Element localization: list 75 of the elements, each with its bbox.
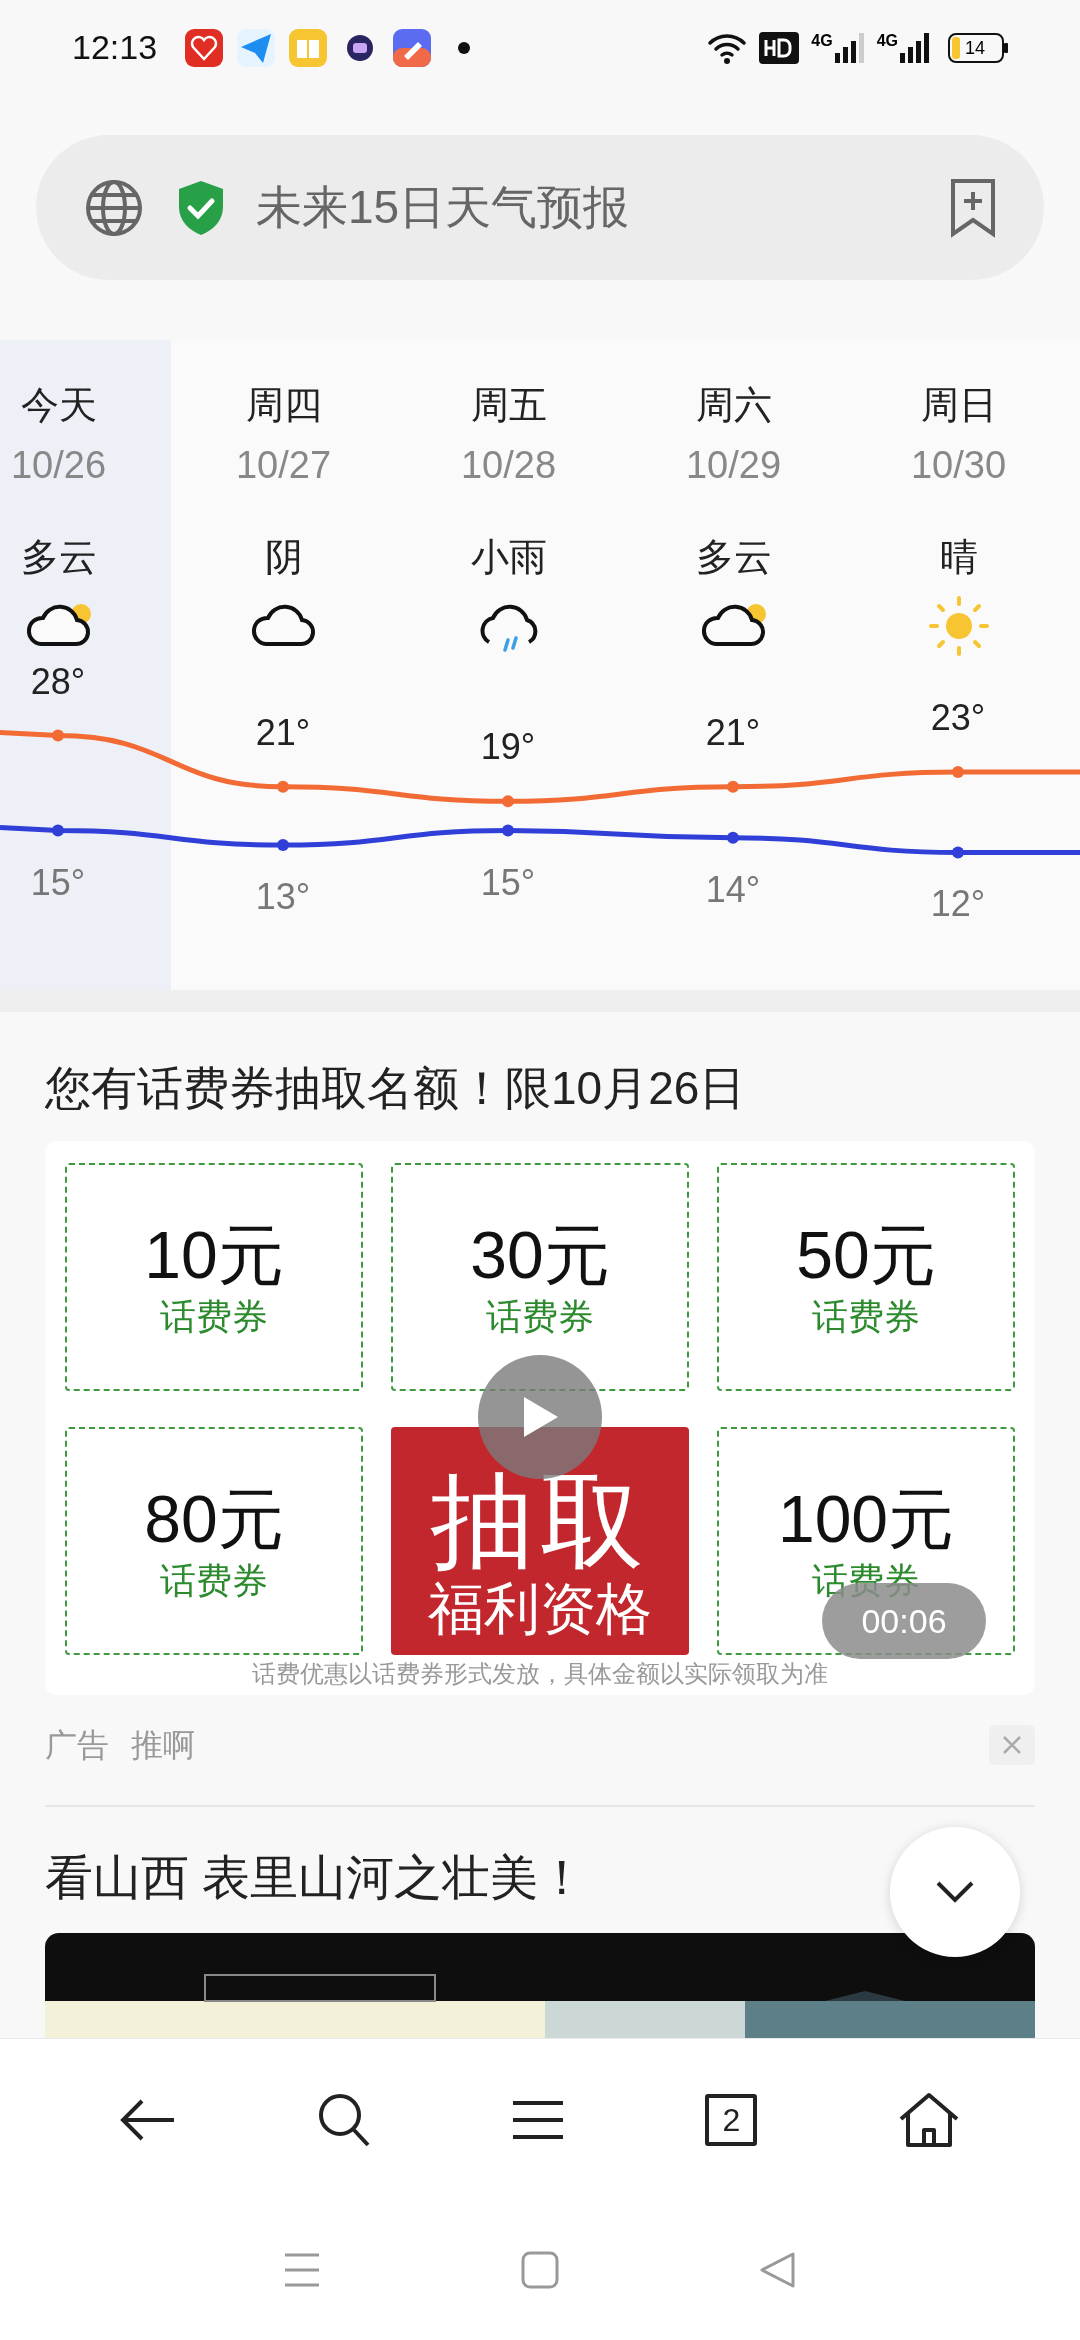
network-label: 4G (811, 32, 833, 49)
ad-title: 您有话费券抽取名额！限10月26日 (45, 1061, 746, 1116)
ad-disclaimer: 话费优惠以话费券形式发放，具体金额以实际领取为准 (252, 1659, 828, 1689)
coupon-label: 话费券 (160, 1559, 268, 1603)
signal-icon (900, 32, 930, 63)
coupon-label: 话费券 (486, 1295, 594, 1339)
tabs-button[interactable]: 2 (705, 2093, 758, 2146)
bookmark-add-icon[interactable] (950, 177, 996, 238)
day-column[interactable]: 周日 10/30 晴 23° 12° (846, 340, 1071, 990)
date-label: 10/28 (460, 443, 557, 488)
low-temperature: 15° (479, 862, 537, 903)
back-arrow-icon[interactable] (120, 2097, 177, 2142)
high-temperature: 28° (29, 661, 87, 702)
condition-label: 小雨 (470, 535, 547, 580)
coupon-amount: 100元 (777, 1481, 955, 1558)
book-app-icon (289, 28, 328, 67)
pencil-app-icon (393, 28, 432, 67)
day-column[interactable]: 周五 10/28 小雨 19° 15° (396, 340, 621, 990)
condition-label: 多云 (695, 535, 772, 580)
page-title: 未来15日天气预报 (256, 180, 630, 235)
day-label: 周五 (470, 383, 547, 428)
home-icon[interactable] (897, 2091, 960, 2148)
day-label: 今天 (20, 383, 97, 428)
recent-apps-icon[interactable] (283, 2252, 321, 2288)
low-temperature: 12° (929, 884, 987, 925)
date-label: 10/27 (235, 443, 332, 488)
article-title: 看山西 表里山河之壮美！ (45, 1850, 587, 1906)
coupon-label: 话费券 (812, 1295, 920, 1339)
date-label: 10/30 (910, 443, 1007, 488)
high-temperature: 21° (254, 712, 312, 753)
ad-source-label: 广告 (45, 1726, 109, 1765)
heart-app-icon (185, 28, 224, 67)
coupon-amount: 50元 (796, 1217, 936, 1294)
search-icon[interactable] (316, 2091, 371, 2148)
battery-icon (948, 32, 1008, 63)
day-column[interactable]: 周六 10/29 多云 21° 14° (621, 340, 846, 990)
day-label: 周六 (695, 383, 772, 428)
day-label: 周日 (920, 383, 997, 428)
high-temperature: 19° (479, 727, 537, 768)
coupon-amount: 80元 (144, 1481, 284, 1558)
coupon-amount: 30元 (470, 1217, 610, 1294)
low-temperature: 14° (704, 869, 762, 910)
low-temperature: 15° (29, 862, 87, 903)
sun-icon (926, 594, 991, 658)
high-temperature: 21° (704, 712, 762, 753)
menu-icon[interactable] (510, 2099, 565, 2140)
day-column[interactable]: 周四 10/27 阴 21° 13° (171, 340, 396, 990)
coupon-label: 话费券 (160, 1295, 268, 1339)
condition-label: 晴 (939, 535, 978, 580)
back-triangle-icon[interactable] (759, 2251, 797, 2289)
status-time: 12:13 (72, 27, 158, 68)
dot-icon (458, 41, 471, 54)
globe-icon (84, 177, 144, 238)
hd-icon (759, 31, 800, 64)
battery-level: 14 (965, 37, 986, 58)
address-bar[interactable]: 未来15日天气预报 (36, 135, 1044, 280)
draw-title: 抽取 (430, 1465, 650, 1577)
day-column[interactable]: 今天 10/26 多云 28° 15° (0, 340, 171, 990)
chevron-down-icon (935, 1880, 975, 1904)
date-label: 10/26 (10, 443, 107, 488)
date-label: 10/29 (685, 443, 782, 488)
low-temperature: 13° (254, 877, 312, 918)
paper-plane-icon (237, 28, 276, 67)
coupon-amount: 10元 (144, 1217, 284, 1294)
condition-label: 多云 (20, 535, 97, 580)
signal-icon (834, 32, 865, 63)
ad-source-label: 推啊 (131, 1726, 195, 1765)
network-label: 4G (876, 32, 898, 49)
draw-subtitle: 福利资格 (428, 1577, 652, 1641)
high-temperature: 23° (929, 698, 987, 739)
close-icon (1002, 1735, 1022, 1755)
shield-check-icon (176, 178, 226, 237)
day-label: 周四 (245, 383, 322, 428)
home-square-icon[interactable] (521, 2251, 559, 2289)
condition-label: 阴 (264, 535, 303, 580)
